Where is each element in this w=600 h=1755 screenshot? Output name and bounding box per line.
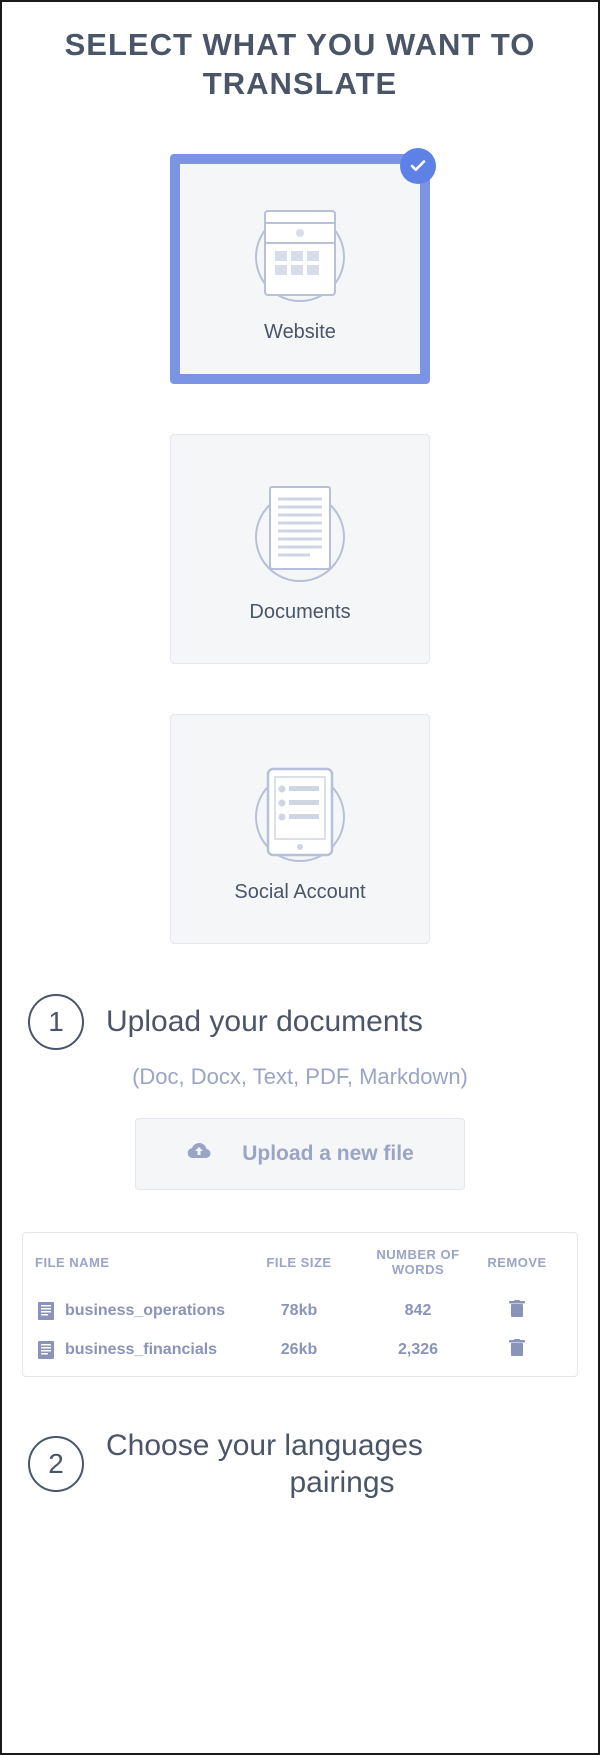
file-table: FILE NAME FILE SIZE NUMBER OF WORDS REMO… bbox=[22, 1232, 578, 1377]
step-1-number: 1 bbox=[28, 994, 84, 1050]
website-icon bbox=[235, 193, 365, 313]
file-words: 2,326 bbox=[353, 1341, 483, 1359]
step-1-header: 1 Upload your documents bbox=[22, 994, 578, 1050]
table-row: business_financials 26kb 2,326 bbox=[31, 1331, 569, 1370]
file-name: business_operations bbox=[65, 1302, 245, 1320]
option-website-label: Website bbox=[264, 321, 336, 344]
cloud-upload-icon bbox=[186, 1140, 212, 1167]
tablet-icon bbox=[235, 753, 365, 873]
page-title: SELECT WHAT YOU WANT TO TRANSLATE bbox=[22, 26, 578, 104]
option-website[interactable]: Website bbox=[170, 154, 430, 384]
file-name: business_financials bbox=[65, 1341, 245, 1359]
col-file-name: FILE NAME bbox=[31, 1255, 245, 1270]
upload-button-label: Upload a new file bbox=[242, 1142, 414, 1166]
col-file-size: FILE SIZE bbox=[249, 1255, 349, 1270]
step-1-title: Upload your documents bbox=[106, 1004, 423, 1040]
upload-button[interactable]: Upload a new file bbox=[135, 1118, 465, 1190]
document-icon bbox=[235, 473, 365, 593]
step-2-title: Choose your languages pairings bbox=[106, 1427, 578, 1502]
file-words: 842 bbox=[353, 1302, 483, 1320]
option-social[interactable]: Social Account bbox=[170, 714, 430, 944]
step-2-header: 2 Choose your languages pairings bbox=[22, 1427, 578, 1502]
col-words: NUMBER OF WORDS bbox=[353, 1247, 483, 1278]
step-2-title-line2: pairings bbox=[106, 1464, 578, 1502]
file-table-header: FILE NAME FILE SIZE NUMBER OF WORDS REMO… bbox=[31, 1247, 569, 1278]
step-1-subtitle: (Doc, Docx, Text, PDF, Markdown) bbox=[22, 1064, 578, 1090]
check-icon bbox=[400, 148, 436, 184]
col-remove: REMOVE bbox=[487, 1255, 547, 1270]
step-2-title-line1: Choose your languages bbox=[106, 1429, 423, 1462]
option-documents[interactable]: Documents bbox=[170, 434, 430, 664]
option-social-label: Social Account bbox=[234, 881, 365, 904]
table-row: business_operations 78kb 842 bbox=[31, 1292, 569, 1331]
step-2-number: 2 bbox=[28, 1436, 84, 1492]
file-size: 78kb bbox=[249, 1302, 349, 1320]
option-documents-label: Documents bbox=[249, 601, 350, 624]
file-size: 26kb bbox=[249, 1341, 349, 1359]
file-icon bbox=[31, 1301, 61, 1321]
trash-icon bbox=[509, 1300, 525, 1318]
remove-button[interactable] bbox=[487, 1300, 547, 1323]
trash-icon bbox=[509, 1339, 525, 1357]
file-icon bbox=[31, 1340, 61, 1360]
remove-button[interactable] bbox=[487, 1339, 547, 1362]
